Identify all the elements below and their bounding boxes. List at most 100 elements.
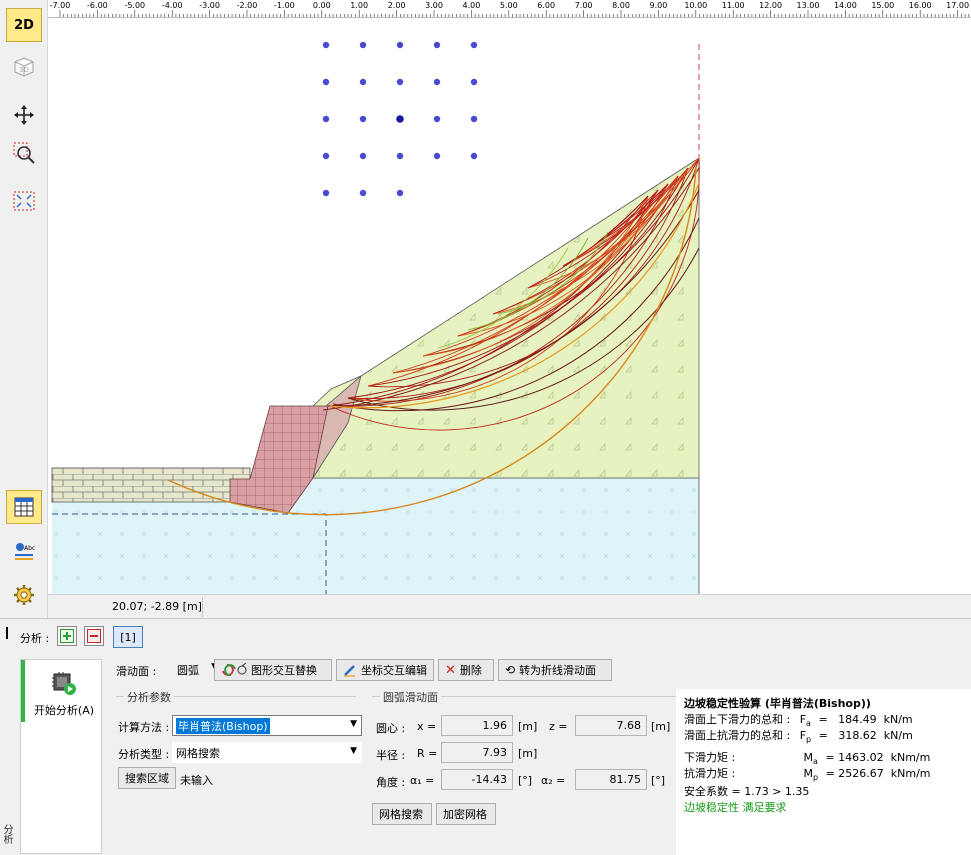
add-analysis-button[interactable] xyxy=(57,626,77,646)
grid-center-point[interactable] xyxy=(322,189,330,197)
grid-search-label: 网格搜索 xyxy=(379,808,423,821)
x-unit: [m] xyxy=(518,720,538,733)
swap-icon xyxy=(222,663,247,676)
grid-center-point[interactable] xyxy=(396,78,404,86)
grid-center-point[interactable] xyxy=(396,41,404,49)
view-2d-button[interactable]: 2D xyxy=(6,8,42,42)
circle-group-text: 圆弧滑动面 xyxy=(383,691,438,704)
chevron-down-icon: ▼ xyxy=(350,746,357,756)
grid-search-button[interactable]: 网格搜索 xyxy=(372,803,432,825)
cube-3d-text: 3D xyxy=(19,66,29,74)
alpha2-label: α₂ = xyxy=(541,774,566,787)
table-icon xyxy=(14,497,34,517)
drawing-canvas[interactable] xyxy=(48,18,971,594)
pan-button[interactable] xyxy=(6,98,42,132)
ruler-tick-label: 10.00 xyxy=(684,1,707,10)
grid-center-point[interactable] xyxy=(359,115,367,123)
ruler-tick-label: 2.00 xyxy=(388,1,406,10)
grid-center-point[interactable] xyxy=(470,41,478,49)
analysis-type-select[interactable]: 网格搜索 ▼ xyxy=(172,742,362,763)
refine-grid-button[interactable]: 加密网格 xyxy=(436,803,496,825)
ruler-tick-label: 0.00 xyxy=(313,1,331,10)
results-panel: 边坡稳定性验算 (毕肖普法(Bishop)) 滑面上下滑力的总和 : Fa = … xyxy=(676,689,971,855)
center-z-field[interactable]: 7.68 xyxy=(575,715,647,736)
center-x-field[interactable]: 1.96 xyxy=(441,715,513,736)
grid-center-point[interactable] xyxy=(396,189,404,197)
alpha2-field[interactable]: 81.75 xyxy=(575,769,647,790)
mp-label: 抗滑力矩 : xyxy=(684,767,736,780)
method-select[interactable]: 毕肖普法(Bishop) ▼ xyxy=(172,715,362,736)
delete-x-icon: ✕ xyxy=(445,662,456,678)
convert-icon: ⟲ xyxy=(505,663,516,677)
analysis-side-tab[interactable]: 分析 xyxy=(0,824,14,854)
zoom-window-button[interactable] xyxy=(6,136,42,170)
grid-center-point[interactable] xyxy=(433,41,441,49)
search-area-button[interactable]: 搜索区域 xyxy=(118,767,176,789)
grid-center-point[interactable] xyxy=(396,115,404,123)
text-style-button[interactable]: Abc xyxy=(6,534,42,568)
run-analysis-area: 开始分析(A) xyxy=(20,659,102,854)
zoom-extents-icon xyxy=(13,191,35,211)
analysis-controls: 滑动面 : 圆弧 ▼ 图形交互替换 坐标交互编辑 ✕ 删除 ⟲ 转为折线滑动面 xyxy=(116,659,676,854)
grid-center-point[interactable] xyxy=(322,78,330,86)
ruler-tick-label: 3.00 xyxy=(425,1,443,10)
status-separator xyxy=(202,597,203,617)
grid-center-point[interactable] xyxy=(359,189,367,197)
mp-sym: M xyxy=(803,767,814,780)
slip-surface-select[interactable]: 圆弧 ▼ xyxy=(174,659,218,680)
fp-row: 滑面上抗滑力的总和 : Fp = 318.62 kN/m xyxy=(684,727,913,744)
refine-grid-label: 加密网格 xyxy=(443,808,487,821)
grid-center-point[interactable] xyxy=(396,152,404,160)
settings-icon xyxy=(14,585,34,605)
method-value: 毕肖普法(Bishop) xyxy=(176,717,270,734)
fa-label: 滑面上下滑力的总和 : xyxy=(684,713,791,726)
graphic-swap-button[interactable]: 图形交互替换 xyxy=(214,659,332,681)
search-area-status: 未输入 xyxy=(180,774,213,787)
grid-center-point[interactable] xyxy=(433,152,441,160)
status-bar: 20.07; -2.89 [m] xyxy=(48,594,971,618)
ruler-tick-label: 4.00 xyxy=(462,1,480,10)
fp-label: 滑面上抗滑力的总和 : xyxy=(684,729,791,742)
move-icon xyxy=(14,105,34,125)
run-analysis-label: 开始分析(A) xyxy=(33,704,95,717)
stage-tab-label: [1] xyxy=(120,630,136,644)
panel-grip xyxy=(6,627,8,639)
convert-polygonal-button[interactable]: ⟲ 转为折线滑动面 xyxy=(498,659,612,681)
search-grid[interactable] xyxy=(322,41,478,197)
ruler-tick-label: 5.00 xyxy=(500,1,518,10)
delete-button[interactable]: ✕ 删除 xyxy=(438,659,494,681)
slip-surface-label: 滑动面 : xyxy=(116,665,157,678)
grid-center-point[interactable] xyxy=(359,41,367,49)
grid-center-point[interactable] xyxy=(322,152,330,160)
grid-center-point[interactable] xyxy=(433,115,441,123)
stage-tab-1[interactable]: [1] xyxy=(113,626,143,648)
view-3d-button[interactable]: 3D xyxy=(6,50,42,84)
alpha1-field[interactable]: -14.43 xyxy=(441,769,513,790)
params-group-text: 分析参数 xyxy=(127,691,171,704)
settings-button[interactable] xyxy=(6,578,42,612)
grid-center-point[interactable] xyxy=(322,115,330,123)
coordinate-edit-button[interactable]: 坐标交互编辑 xyxy=(336,659,434,681)
grid-center-point[interactable] xyxy=(470,152,478,160)
cube-3d-icon: 3D xyxy=(14,57,34,77)
grid-center-point[interactable] xyxy=(359,152,367,160)
run-analysis-button[interactable]: 开始分析(A) xyxy=(21,660,103,722)
grid-center-point[interactable] xyxy=(322,41,330,49)
circle-group-title: 圆弧滑动面 xyxy=(380,689,441,705)
zoom-extents-button[interactable] xyxy=(6,184,42,218)
table-view-button[interactable] xyxy=(6,490,42,524)
grid-center-point[interactable] xyxy=(470,78,478,86)
center-label: 圆心 : xyxy=(376,722,406,735)
grid-center-point[interactable] xyxy=(470,115,478,123)
z-label: z = xyxy=(549,720,568,733)
grid-center-point[interactable] xyxy=(359,78,367,86)
radius-field[interactable]: 7.93 xyxy=(441,742,513,763)
grid-center-point[interactable] xyxy=(433,78,441,86)
analysis-type-value: 网格搜索 xyxy=(176,746,220,760)
remove-analysis-button[interactable] xyxy=(84,626,104,646)
ruler-tick-label: -5.00 xyxy=(124,1,145,10)
mp-value: = 2526.67 kNm/m xyxy=(825,767,931,780)
slope-model-view[interactable] xyxy=(48,18,971,594)
analysis-label: 分析 : xyxy=(20,632,50,645)
graphic-swap-label: 图形交互替换 xyxy=(251,664,317,677)
